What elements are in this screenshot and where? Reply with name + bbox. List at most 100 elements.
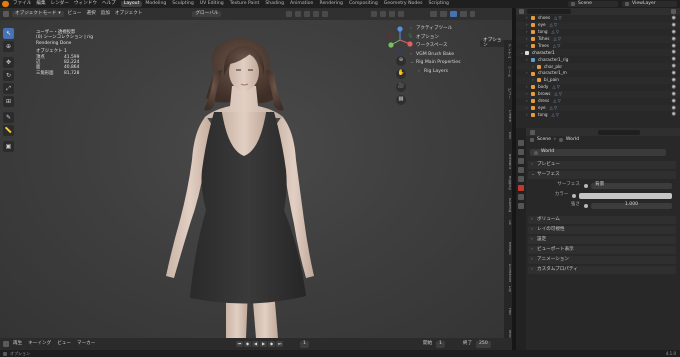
visibility-eye-icon[interactable]: ◉ (672, 36, 676, 42)
menu-add[interactable]: 追加 (101, 11, 110, 17)
jump-start-icon[interactable]: ⏮ (236, 341, 243, 347)
sidebar-tab[interactable]: Rigging (505, 176, 511, 190)
menu-object[interactable]: オブジェクト (115, 11, 143, 17)
visibility-eye-icon[interactable]: ◉ (672, 43, 676, 49)
panel-header[interactable]: › アニメーション (528, 256, 676, 264)
panel-header[interactable]: › カスタムプロパティ (528, 266, 676, 274)
play-icon[interactable]: ▶ (260, 341, 267, 347)
add-cube-tool-button[interactable]: ▣ (3, 141, 14, 152)
outliner-row[interactable]: › body △ ▽ ◉ (516, 84, 680, 91)
scene-selector[interactable]: Scene (568, 1, 618, 7)
outliner-row[interactable]: › char_pkr ◉ (516, 63, 680, 71)
sidebar-tab[interactable]: Retopo (505, 242, 511, 255)
shading-options-icon[interactable] (470, 11, 475, 17)
outliner-row[interactable]: ⌄ character1 ◉ (516, 49, 680, 57)
render-tab-icon[interactable] (518, 149, 524, 155)
grid-icon[interactable]: ▦ (396, 95, 406, 105)
tab-rendering[interactable]: Rendering (316, 1, 345, 8)
visibility-icon[interactable] (371, 11, 377, 17)
menu-keying[interactable]: キーイング (28, 341, 51, 347)
blender-logo-icon[interactable] (2, 1, 9, 7)
material-shading-icon[interactable] (450, 11, 457, 17)
collection-tab-icon[interactable] (518, 194, 524, 200)
proportional-edit-icon[interactable] (313, 11, 319, 17)
sidebar-tab[interactable]: Edit (505, 132, 511, 139)
scene-tab-icon[interactable] (518, 176, 524, 182)
tab-modeling[interactable]: Modeling (142, 1, 169, 8)
play-reverse-icon[interactable]: ◀ (252, 341, 259, 347)
outliner-row[interactable]: › Trees △ ▽ ◉ (516, 43, 680, 50)
xray-icon[interactable] (398, 11, 404, 17)
world-tab-icon[interactable] (518, 185, 524, 191)
npanel-item-active-tool[interactable]: › アクティブツール (410, 25, 504, 34)
outliner-row[interactable]: › shoes △ ▽ ◉ (516, 15, 680, 22)
tab-geometry-nodes[interactable]: Geometry Nodes (381, 1, 426, 8)
sidebar-tab[interactable]: UV (505, 220, 511, 225)
outliner-row[interactable]: › eye △ ▽ ◉ (516, 21, 680, 29)
sidebar-tab[interactable]: Lily (505, 286, 511, 292)
menu-render[interactable]: レンダー (51, 1, 69, 7)
properties-editor-icon[interactable] (530, 129, 535, 135)
tab-layout[interactable]: Layout (120, 0, 143, 8)
zoom-icon[interactable]: ⊕ (396, 56, 406, 66)
npanel-item-rig-main-properties[interactable]: ⌄ Rig Main Properties (410, 59, 504, 68)
outliner-row[interactable]: › tong △ ▽ ◉ (516, 111, 680, 118)
outliner-row[interactable]: › Tshes △ ▽ ◉ (516, 35, 680, 43)
sidebar-tab[interactable]: Hair (505, 308, 511, 315)
wireframe-shading-icon[interactable] (430, 11, 437, 17)
surface-shader-field[interactable]: 背景 (591, 182, 672, 189)
world-selector[interactable]: World (530, 149, 666, 156)
menu-playback[interactable]: 再生 (13, 341, 22, 347)
output-tab-icon[interactable] (518, 158, 524, 164)
outliner-row[interactable]: › character1_m ◉ (516, 70, 680, 77)
outliner-editor-icon[interactable] (519, 9, 524, 14)
scale-tool-button[interactable]: ⤢ (3, 83, 14, 94)
pan-hand-icon[interactable]: ✋ (396, 69, 406, 79)
outliner-row[interactable]: › bi_pain ◉ (516, 77, 680, 84)
visibility-eye-icon[interactable]: ◉ (672, 22, 676, 28)
outliner-row[interactable]: › brows △ ▽ ◉ (516, 90, 680, 98)
menu-timeline-view[interactable]: ビュー (57, 341, 71, 347)
color-swatch[interactable] (578, 192, 672, 199)
visibility-eye-icon[interactable]: ◉ (672, 29, 676, 35)
outliner-row[interactable]: › character1_rig ◉ (516, 56, 680, 63)
visibility-eye-icon[interactable]: ◉ (672, 57, 676, 62)
sidebar-tab[interactable]: Create (505, 110, 511, 122)
viewport-3d[interactable]: ↖ ⊕ ✥ ↻ ⤢ ⊞ ✎ 📏 ▣ ユーザー・透視投影 (0) シーンコレクショ… (0, 20, 512, 357)
panel-header[interactable]: › ボリューム (528, 216, 676, 224)
jump-end-icon[interactable]: ⏭ (276, 341, 283, 347)
gizmo-icon[interactable] (380, 11, 386, 17)
visibility-eye-icon[interactable]: ◉ (672, 50, 676, 55)
menu-help[interactable]: ヘルプ (102, 1, 116, 7)
rendered-shading-icon[interactable] (460, 11, 467, 17)
panel-header[interactable]: › 設定 (528, 236, 676, 244)
view-layer-tab-icon[interactable] (518, 167, 524, 173)
snap-settings-icon[interactable] (304, 11, 310, 17)
visibility-eye-icon[interactable]: ◉ (672, 71, 676, 76)
rotate-tool-button[interactable]: ↻ (3, 70, 14, 81)
panel-header[interactable]: ⌄ サーフェス (528, 171, 676, 179)
visibility-eye-icon[interactable]: ◉ (672, 64, 676, 69)
outliner-search-input[interactable] (527, 9, 571, 14)
visibility-eye-icon[interactable]: ◉ (672, 77, 676, 83)
transform-orientation-dropdown[interactable]: グローバル (192, 10, 222, 18)
annotate-tool-button[interactable]: ✎ (3, 112, 14, 123)
visibility-eye-icon[interactable]: ◉ (672, 98, 676, 104)
outliner-row[interactable]: › tong △ ▽ ◉ (516, 29, 680, 36)
current-frame-field[interactable]: 1 (300, 341, 309, 348)
visibility-eye-icon[interactable]: ◉ (672, 84, 676, 90)
cursor-tool-button[interactable]: ⊕ (3, 41, 14, 52)
visibility-eye-icon[interactable]: ◉ (672, 15, 676, 21)
outliner-row[interactable]: › dress △ ▽ ◉ (516, 98, 680, 105)
visibility-eye-icon[interactable]: ◉ (672, 105, 676, 111)
tab-shading[interactable]: Shading (262, 1, 287, 8)
solid-shading-icon[interactable] (440, 11, 447, 17)
texture-tab-icon[interactable] (518, 203, 524, 209)
camera-icon[interactable]: 🎥 (396, 82, 406, 92)
tab-compositing[interactable]: Compositing (346, 1, 381, 8)
pivot-icon[interactable] (286, 11, 292, 17)
panel-header[interactable]: › ビューポート表示 (528, 246, 676, 254)
sidebar-tab[interactable]: Misc (505, 330, 511, 338)
tool-tab-icon[interactable] (518, 140, 524, 146)
editor-type-icon[interactable] (3, 11, 9, 17)
